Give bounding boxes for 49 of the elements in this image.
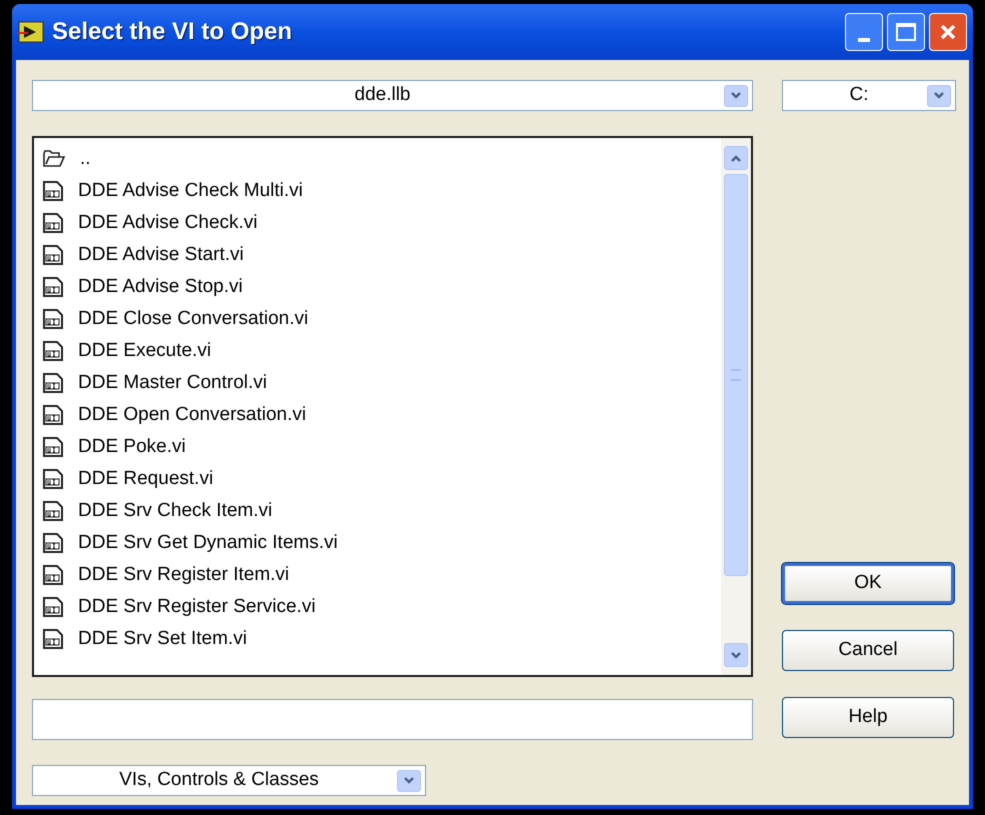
drive-dropdown[interactable]: C: <box>782 80 956 111</box>
app-icon <box>18 21 44 43</box>
dialog-button[interactable]: Help <box>782 697 954 738</box>
file-item[interactable]: DDE Advise Check.vi <box>42 207 721 239</box>
path-dropdown[interactable]: dde.llb <box>32 80 753 111</box>
minimize-button[interactable] <box>845 13 883 51</box>
vi-file-icon <box>42 308 64 330</box>
dialog-button[interactable]: OK <box>782 563 954 604</box>
filter-dropdown[interactable]: VIs, Controls & Classes <box>32 765 426 796</box>
close-button[interactable] <box>929 13 967 51</box>
maximize-button[interactable] <box>887 13 925 51</box>
file-item[interactable]: DDE Advise Start.vi <box>42 239 721 271</box>
file-item[interactable]: DDE Srv Check Item.vi <box>42 495 721 527</box>
vi-file-icon <box>42 212 64 234</box>
file-name-field[interactable] <box>32 699 753 740</box>
scroll-down-icon[interactable] <box>724 643 748 667</box>
vi-file-icon <box>42 436 64 458</box>
folder-icon <box>42 149 66 169</box>
vi-file-icon <box>42 244 64 266</box>
file-item[interactable]: DDE Request.vi <box>42 463 721 495</box>
file-item[interactable]: DDE Open Conversation.vi <box>42 399 721 431</box>
file-item[interactable]: DDE Srv Get Dynamic Items.vi <box>42 527 721 559</box>
vi-file-icon <box>42 340 64 362</box>
scroll-thumb[interactable] <box>724 174 748 576</box>
file-item[interactable]: DDE Master Control.vi <box>42 367 721 399</box>
vi-file-icon <box>42 628 64 650</box>
window-title: Select the VI to Open <box>52 17 294 47</box>
file-item[interactable]: .. <box>42 143 721 175</box>
vi-file-icon <box>42 564 64 586</box>
vi-file-icon <box>42 276 64 298</box>
vi-file-icon <box>42 532 64 554</box>
dialog-button[interactable]: Cancel <box>782 630 954 671</box>
scrollbar[interactable] <box>721 138 751 675</box>
file-item[interactable]: DDE Srv Register Item.vi <box>42 559 721 591</box>
file-item[interactable]: DDE Execute.vi <box>42 335 721 367</box>
vi-file-icon <box>42 404 64 426</box>
file-item[interactable]: DDE Advise Check Multi.vi <box>42 175 721 207</box>
vi-file-icon <box>42 468 64 490</box>
vi-file-icon <box>42 596 64 618</box>
file-item[interactable]: DDE Srv Register Service.vi <box>42 591 721 623</box>
close-icon <box>938 22 958 42</box>
scroll-up-icon[interactable] <box>724 146 748 170</box>
file-item[interactable]: DDE Srv Set Item.vi <box>42 623 721 655</box>
vi-file-icon <box>42 180 64 202</box>
vi-file-icon <box>42 372 64 394</box>
vi-file-icon <box>42 500 64 522</box>
file-item[interactable]: DDE Close Conversation.vi <box>42 303 721 335</box>
file-item[interactable]: DDE Advise Stop.vi <box>42 271 721 303</box>
file-item[interactable]: DDE Poke.vi <box>42 431 721 463</box>
